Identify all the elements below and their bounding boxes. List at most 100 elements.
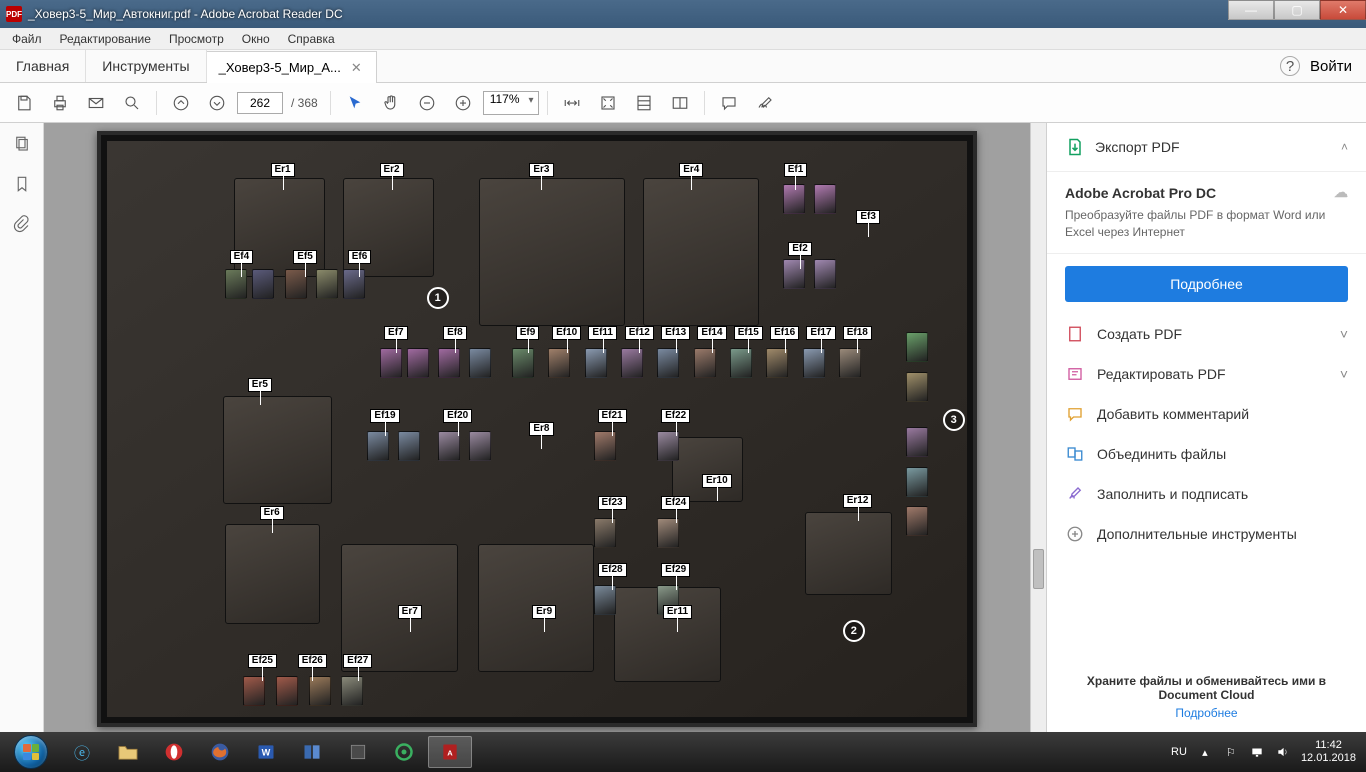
page-view-icon[interactable] [628,87,660,119]
page-down-icon[interactable] [201,87,233,119]
edit-pdf-item[interactable]: Редактировать PDF ˅ [1047,354,1366,394]
combine-files-item[interactable]: Объединить файлы [1047,434,1366,474]
read-mode-icon[interactable] [664,87,696,119]
vertical-scrollbar[interactable] [1030,123,1046,732]
fuse-label: Er12 [843,494,873,508]
sign-icon[interactable] [749,87,781,119]
menu-file[interactable]: Файл [4,30,50,48]
more-button[interactable]: Подробнее [1065,266,1348,302]
export-pdf-label: Экспорт PDF [1095,139,1331,155]
page-up-icon[interactable] [165,87,197,119]
search-icon[interactable] [116,87,148,119]
login-button[interactable]: Войти [1310,58,1352,75]
fuse-block [438,431,460,461]
fuse-label: Er8 [529,422,553,436]
combine-files-label: Объединить файлы [1097,446,1226,462]
volume-icon[interactable] [1275,744,1291,760]
fuse-block [316,269,338,299]
zoom-select[interactable]: 117% [483,91,539,115]
fuse-label: Ef27 [343,654,372,668]
pro-description: Преобразуйте файлы PDF в формат Word или… [1065,207,1348,241]
menu-edit[interactable]: Редактирование [52,30,159,48]
fuse-label: Er4 [679,163,703,177]
minimize-button[interactable]: — [1228,0,1274,20]
more-tools-item[interactable]: Дополнительные инструменты [1047,514,1366,554]
taskbar-app-icon[interactable] [336,736,380,768]
create-pdf-icon [1065,324,1085,344]
hand-tool-icon[interactable] [375,87,407,119]
chevron-down-icon: ˅ [1340,366,1348,382]
footer-link[interactable]: Подробнее [1065,706,1348,720]
zoom-out-icon[interactable] [411,87,443,119]
maximize-button[interactable]: ▢ [1274,0,1320,20]
ie-icon[interactable]: ⓔ [60,736,104,768]
comment-icon[interactable] [713,87,745,119]
bookmark-icon[interactable] [11,173,33,195]
totalcmd-icon[interactable] [290,736,334,768]
tab-home[interactable]: Главная [0,50,86,82]
save-icon[interactable] [8,87,40,119]
selection-cursor-icon[interactable] [339,87,371,119]
menu-help[interactable]: Справка [280,30,343,48]
cloud-icon: ☁ [1334,184,1348,201]
date-label: 12.01.2018 [1301,752,1356,765]
fit-page-icon[interactable] [592,87,624,119]
fuse-label: Er2 [380,163,404,177]
clock[interactable]: 11:42 12.01.2018 [1301,739,1356,765]
print-icon[interactable] [44,87,76,119]
explorer-icon[interactable] [106,736,150,768]
attachment-icon[interactable] [11,213,33,235]
fuse-block [341,676,363,706]
help-icon[interactable]: ? [1280,56,1300,76]
tray-chevron-icon[interactable]: ▴ [1197,744,1213,760]
opera-icon[interactable] [152,736,196,768]
flag-icon[interactable]: ⚐ [1223,744,1239,760]
toolbar: / 368 117% [0,83,1366,123]
fuse-label: Ef20 [443,409,472,423]
zoom-in-icon[interactable] [447,87,479,119]
document-area[interactable]: Er1Er2Er3Er4Ef1Ef3Ef2Ef4Ef5Ef6Ef7Ef8Ef9E… [44,123,1030,732]
fuse-label: Ef21 [598,409,627,423]
callout-circle: 1 [427,287,449,309]
window-title: _Ховер3-5_Мир_Автокниг.pdf - Adobe Acrob… [28,7,343,21]
word-icon[interactable]: W [244,736,288,768]
tab-tools[interactable]: Инструменты [86,50,206,82]
scrollbar-thumb[interactable] [1033,549,1044,589]
thumbnails-icon[interactable] [11,133,33,155]
tabbar: Главная Инструменты _Ховер3-5_Мир_А... ✕… [0,50,1366,83]
add-comment-item[interactable]: Добавить комментарий [1047,394,1366,434]
fuse-label: Ef16 [770,326,799,340]
menu-window[interactable]: Окно [234,30,278,48]
relay-block [672,437,743,502]
fuse-label: Ef15 [734,326,763,340]
pro-title: Adobe Acrobat Pro DC [1065,185,1216,201]
network-icon[interactable] [1249,744,1265,760]
acrobat-taskbar-icon[interactable]: A [428,736,472,768]
lang-indicator[interactable]: RU [1171,746,1187,758]
fit-width-icon[interactable] [556,87,588,119]
green-circle-icon[interactable] [382,736,426,768]
create-pdf-item[interactable]: Создать PDF ˅ [1047,314,1366,354]
export-pdf-header[interactable]: Экспорт PDF ˄ [1047,123,1366,172]
comment-item-icon [1065,404,1085,424]
fuse-label: Ef11 [588,326,617,340]
chevron-up-icon: ˄ [1341,140,1348,154]
close-button[interactable]: ✕ [1320,0,1366,20]
fuse-block [814,259,836,289]
tab-close-icon[interactable]: ✕ [349,60,364,76]
fill-sign-item[interactable]: Заполнить и подписать [1047,474,1366,514]
fuse-label: Ef8 [443,326,467,340]
fuse-label: Er6 [260,506,284,520]
fuse-label: Er9 [532,605,556,619]
fuse-block [512,348,534,378]
fuse-label: Ef6 [348,250,372,264]
firefox-icon[interactable] [198,736,242,768]
tab-document[interactable]: _Ховер3-5_Мир_А... ✕ [207,51,377,83]
menu-view[interactable]: Просмотр [161,30,232,48]
fuse-label: Ef17 [806,326,835,340]
page-number-input[interactable] [237,92,283,114]
start-button[interactable] [4,732,58,772]
fuse-label: Er1 [271,163,295,177]
mail-icon[interactable] [80,87,112,119]
edit-pdf-label: Редактировать PDF [1097,366,1226,382]
